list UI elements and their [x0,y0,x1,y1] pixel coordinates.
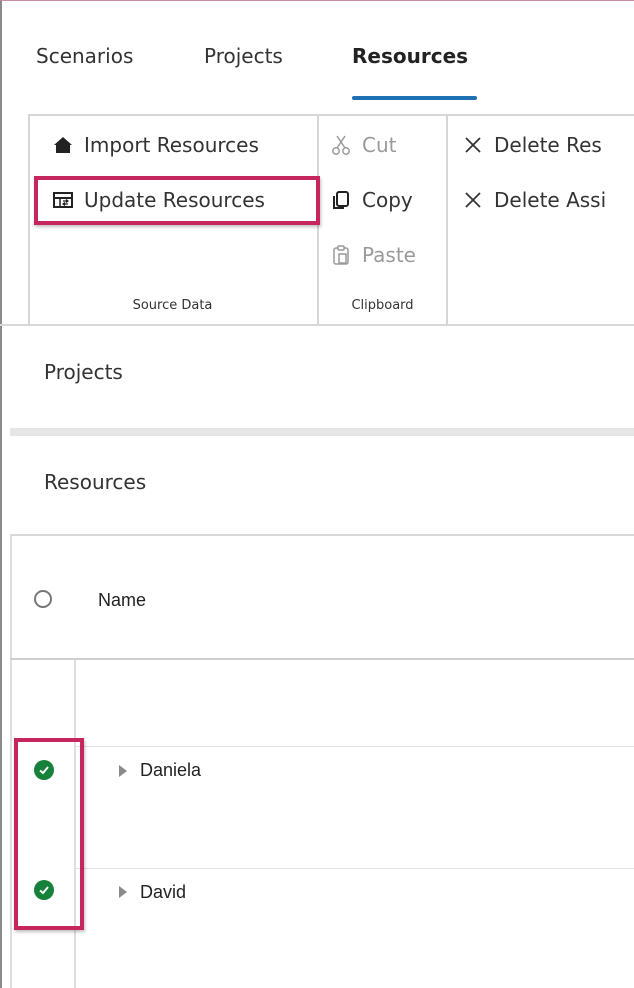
group-label-source-data: Source Data [132,298,213,313]
import-resources-label: Import Resources [84,133,259,157]
cut-label: Cut [362,133,397,157]
import-resources-button[interactable]: Import Resources [52,128,259,162]
copy-icon [330,189,352,211]
ribbon-bottom-divider [0,324,634,326]
resources-section-title[interactable]: Resources [44,470,146,494]
delete-resources-label: Delete Res [494,133,602,157]
table-header-divider [10,658,634,660]
table-row-name[interactable]: Daniela [140,760,201,781]
update-resources-highlight [34,176,320,225]
paste-button[interactable]: Paste [330,238,416,272]
active-tab-indicator [352,96,477,100]
projects-section-title[interactable]: Projects [44,360,123,384]
tab-resources[interactable]: Resources [352,44,468,68]
column-header-name[interactable]: Name [98,590,146,611]
delete-assignments-label: Delete Assi [494,188,607,212]
table-left-border [10,534,12,988]
section-divider [10,534,634,536]
paste-label: Paste [362,243,416,267]
ribbon-separator [446,114,448,325]
home-icon [52,134,74,156]
paste-icon [330,244,352,266]
expand-caret-icon[interactable] [119,886,127,898]
row-divider [76,746,634,747]
copy-button[interactable]: Copy [330,183,413,217]
close-icon [462,189,484,211]
delete-resources-button[interactable]: Delete Res [462,128,634,162]
table-row-name[interactable]: David [140,882,186,903]
row-divider [76,868,634,869]
copy-label: Copy [362,188,413,212]
close-icon [462,134,484,156]
delete-assignments-button[interactable]: Delete Assi [462,183,634,217]
group-label-clipboard: Clipboard [351,298,414,313]
scissors-icon [330,134,352,156]
select-all-radio[interactable] [34,590,52,608]
cut-button[interactable]: Cut [330,128,396,162]
expand-caret-icon[interactable] [119,765,127,777]
status-column-highlight [14,738,84,930]
section-divider [10,428,634,436]
tab-projects[interactable]: Projects [204,44,283,68]
tab-scenarios[interactable]: Scenarios [36,44,133,68]
